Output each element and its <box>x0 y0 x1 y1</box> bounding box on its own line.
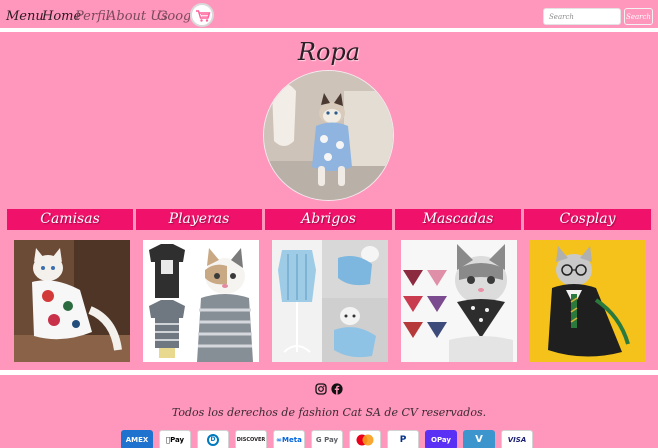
meta-pay-icon: ∞Meta <box>273 430 305 448</box>
category-camisas[interactable]: Camisas <box>7 209 133 230</box>
diners-club-icon: D <box>197 430 229 448</box>
cosplay-image[interactable] <box>530 240 646 362</box>
nav-menu[interactable]: Menu <box>6 9 44 25</box>
shop-pay-icon: OPay <box>425 430 457 448</box>
amex-icon: AMEX <box>121 430 153 448</box>
shopping-cart-icon <box>196 10 211 22</box>
facebook-icon[interactable] <box>331 383 343 395</box>
discover-icon: DISCOVER <box>235 430 267 448</box>
mascadas-image[interactable] <box>401 240 517 362</box>
copyright-text: Todos los derechos de fashion Cat SA de … <box>171 406 487 419</box>
abrigos-image[interactable] <box>272 240 388 362</box>
camisas-image[interactable] <box>14 240 130 362</box>
instagram-icon[interactable] <box>315 383 327 395</box>
paypal-icon: P <box>387 430 419 448</box>
apple-pay-icon: Pay <box>159 430 191 448</box>
hero-cat-image <box>263 70 394 201</box>
page-title: Ropa <box>297 38 361 66</box>
google-pay-icon: G Pay <box>311 430 343 448</box>
category-mascadas[interactable]: Mascadas <box>395 209 521 230</box>
category-abrigos[interactable]: Abrigos <box>265 209 392 230</box>
venmo-icon: V <box>463 430 495 448</box>
visa-icon: VISA <box>501 430 533 448</box>
mastercard-icon <box>349 430 381 448</box>
playeras-image[interactable] <box>143 240 259 362</box>
navbar: Menu Home Perfil About Us Google Search <box>0 0 658 32</box>
nav-perfil[interactable]: Perfil <box>75 9 110 25</box>
search-input[interactable] <box>543 8 621 25</box>
category-cosplay[interactable]: Cosplay <box>524 209 651 230</box>
cart-button[interactable] <box>190 3 214 27</box>
category-playeras[interactable]: Playeras <box>136 209 262 230</box>
search-button[interactable]: Search <box>624 8 653 25</box>
footer: Todos los derechos de fashion Cat SA de … <box>0 370 658 448</box>
